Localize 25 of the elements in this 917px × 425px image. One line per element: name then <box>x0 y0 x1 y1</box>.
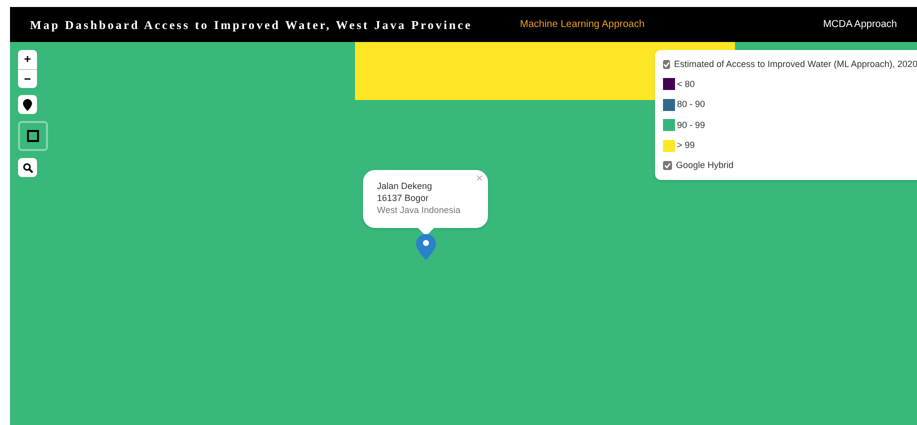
dashboard-title: Map Dashboard Access to Improved Water, West Java Province <box>30 16 474 34</box>
search-button[interactable] <box>18 158 37 177</box>
map[interactable]: + − Jalan Dekeng 16137 Bogor West Java Indonesia × Estimated of Access to Improved Water (ML Approach), 2020 < 80 80 - 90 90 - 99 > 99 Google Hybrid <box>10 42 917 425</box>
legend-label: > 99 <box>677 139 695 152</box>
checkbox[interactable] <box>663 60 670 70</box>
legend-label: < 80 <box>677 78 695 90</box>
nav-link[interactable]: MCDA Approach <box>823 17 897 32</box>
address-line: West Java Indonesia <box>377 204 462 216</box>
address-line: 16137 Bogor <box>377 192 430 204</box>
popup-tip-icon <box>418 228 434 236</box>
map-marker-icon <box>416 234 438 262</box>
legend-label: 90 - 99 <box>677 118 706 132</box>
checkbox[interactable] <box>663 160 672 170</box>
legend-label: 80 - 90 <box>677 98 706 111</box>
search-icon <box>22 162 32 172</box>
zoom-in-button[interactable]: + <box>18 50 37 69</box>
pin-icon <box>23 98 32 110</box>
rectangle-tool-button[interactable] <box>18 121 48 151</box>
marker-tool-button[interactable] <box>18 95 37 114</box>
square-icon <box>27 130 39 142</box>
address-line: Jalan Dekeng <box>377 180 434 192</box>
zoom-out-button[interactable]: − <box>18 69 37 88</box>
layer-label: Estimated of Access to Improved Water (ML Approach), 2020 <box>674 58 917 71</box>
layer-label: Google Hybrid <box>676 158 734 172</box>
nav-link[interactable]: Machine Learning Approach <box>520 17 645 32</box>
